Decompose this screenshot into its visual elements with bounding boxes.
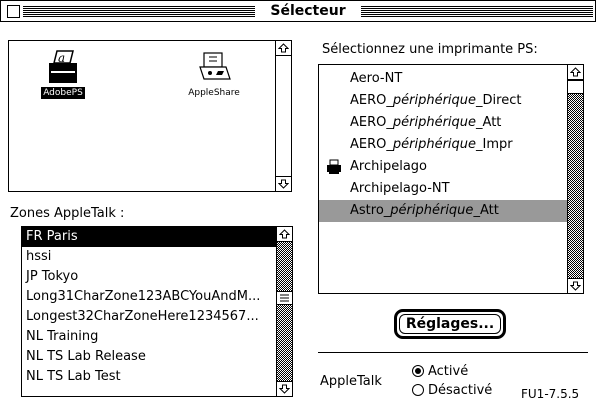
printer-name-type: périphérique: [392, 137, 477, 152]
version-label: FU1-7.5.5: [521, 387, 580, 401]
appleshare-server-icon: [199, 52, 231, 80]
scroll-up-arrow-icon[interactable]: [277, 227, 292, 242]
radio-selected-icon: [412, 365, 424, 377]
appletalk-label: AppleTalk: [320, 374, 382, 389]
printers-list[interactable]: Aero-NT AERO_périphérique_Direct AERO_pé…: [318, 64, 584, 294]
printer-name-suffix: _Att: [473, 203, 499, 218]
zone-item[interactable]: hssi: [22, 247, 277, 267]
appletalk-active-radio[interactable]: Activé: [412, 362, 468, 380]
zones-label: Zones AppleTalk :: [10, 206, 125, 221]
printer-name-suffix: _Impr: [476, 137, 513, 152]
laser-printer-icon: a: [49, 50, 77, 83]
printer-name-prefix: Aero-NT: [350, 71, 403, 86]
driver-label: AppleShare: [188, 88, 240, 98]
zones-scrollbar[interactable]: [276, 227, 292, 396]
scroll-thumb[interactable]: [277, 291, 292, 305]
scroll-up-arrow-icon[interactable]: [276, 41, 291, 56]
zone-item[interactable]: NL TS Lab Test: [22, 367, 277, 387]
printer-name-prefix: AERO_: [350, 137, 393, 152]
zones-list[interactable]: FR Paris hssi JP Tokyo Long31CharZone123…: [21, 226, 293, 397]
printer-name-type: périphérique: [390, 203, 474, 218]
close-box[interactable]: [7, 5, 20, 18]
setup-button-label: Réglages...: [399, 314, 501, 334]
setup-button[interactable]: Réglages...: [394, 309, 506, 339]
printer-item[interactable]: Archipelago-NT: [319, 178, 568, 200]
printer-item[interactable]: AERO_périphérique_Att: [319, 112, 568, 134]
driver-scrollbar[interactable]: [275, 41, 291, 191]
driver-label: AdobePS: [41, 87, 85, 99]
printer-name-type: périphérique: [392, 93, 477, 108]
printer-name-prefix: Astro_: [350, 203, 391, 218]
printer-icon: [327, 159, 341, 174]
printer-name-prefix: Archipelago: [350, 159, 427, 174]
scroll-up-arrow-icon[interactable]: [568, 65, 583, 80]
radio-label: Désactivé: [428, 382, 493, 398]
printers-scrollbar[interactable]: [567, 65, 583, 293]
radio-label: Activé: [428, 363, 469, 379]
driver-adobeps[interactable]: a AdobePS: [29, 49, 97, 99]
scroll-down-arrow-icon[interactable]: [277, 381, 292, 396]
window-title: Sélecteur: [255, 2, 361, 21]
driver-appleshare[interactable]: AppleShare: [173, 49, 255, 99]
title-stripes-right: [361, 6, 593, 17]
scroll-down-arrow-icon[interactable]: [568, 278, 583, 293]
radio-unselected-icon: [412, 384, 424, 396]
zone-item[interactable]: Longest32CharZoneHere1234567...: [22, 307, 277, 327]
printer-name-prefix: AERO_: [350, 93, 393, 108]
scroll-down-arrow-icon[interactable]: [276, 176, 291, 191]
appletalk-inactive-radio[interactable]: Désactivé: [412, 381, 492, 399]
printer-item[interactable]: AERO_périphérique_Direct: [319, 90, 568, 112]
printer-item[interactable]: Astro_périphérique_Att: [319, 200, 568, 222]
printer-item[interactable]: AERO_périphérique_Impr: [319, 134, 568, 156]
divider: [318, 352, 588, 353]
printer-name-suffix: _Direct: [476, 93, 522, 108]
printer-item[interactable]: Archipelago: [319, 156, 568, 178]
driver-icon-panel: a AdobePS AppleShare: [8, 40, 292, 192]
title-bar[interactable]: Sélecteur: [0, 0, 596, 22]
zone-item[interactable]: JP Tokyo: [22, 267, 277, 287]
printer-name-suffix: _Att: [476, 115, 502, 130]
zone-item[interactable]: Long31CharZone123ABCYouAndM...: [22, 287, 277, 307]
scroll-thumb[interactable]: [568, 80, 583, 94]
printer-name-prefix: AERO_: [350, 115, 393, 130]
zone-item[interactable]: NL TS Lab Release: [22, 347, 277, 367]
zone-item[interactable]: NL Training: [22, 327, 277, 347]
printer-name-prefix: Archipelago-NT: [350, 181, 450, 196]
printers-label: Sélectionnez une imprimante PS:: [322, 42, 538, 57]
printer-item[interactable]: Aero-NT: [319, 68, 568, 90]
svg-text:a: a: [58, 51, 65, 65]
zone-item[interactable]: FR Paris: [22, 227, 277, 247]
printer-name-type: périphérique: [392, 115, 477, 130]
title-stripes-left: [23, 6, 255, 17]
